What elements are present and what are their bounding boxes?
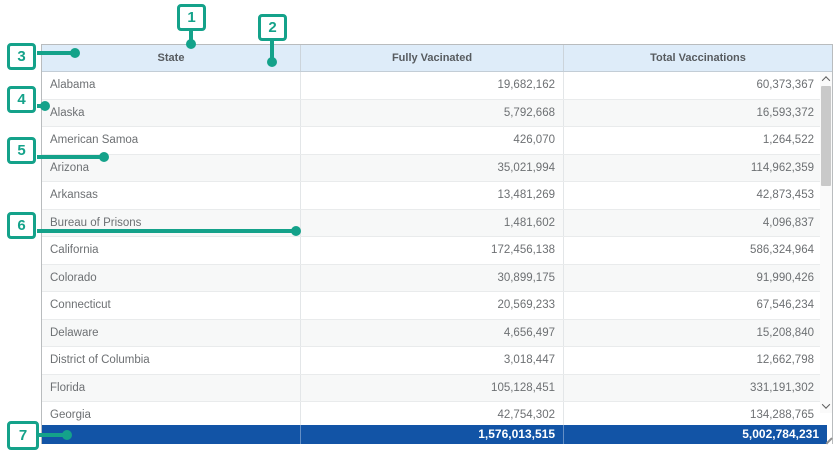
chevron-up-icon — [822, 76, 830, 84]
callout-7-box: 7 — [7, 421, 39, 450]
callout-1-box: 1 — [177, 4, 206, 31]
fully-vaccinated-cell: 30,899,175 — [300, 265, 563, 292]
callout-6-connector — [37, 229, 296, 233]
table-row[interactable]: American Samoa426,0701,264,522 — [42, 127, 820, 155]
callout-5-label: 5 — [17, 143, 25, 158]
callout-5-box: 5 — [7, 137, 36, 164]
column-header-state[interactable]: State — [42, 45, 300, 71]
fully-vaccinated-cell: 13,481,269 — [300, 182, 563, 209]
total-vaccinations-cell: 4,096,837 — [563, 210, 820, 237]
fully-vaccinated-cell: 20,569,233 — [300, 292, 563, 319]
scroll-up-button[interactable] — [820, 72, 832, 86]
totals-fully-vaccinated-cell: 1,576,013,515 — [300, 425, 563, 444]
state-cell: Arkansas — [42, 182, 300, 209]
totals-state-cell — [42, 425, 300, 444]
state-cell: Alabama — [42, 72, 300, 99]
callout-6-dot — [291, 226, 301, 236]
callout-7-dot — [62, 430, 72, 440]
callout-2-dot — [267, 57, 277, 67]
total-vaccinations-cell: 114,962,359 — [563, 155, 820, 182]
total-vaccinations-cell: 67,546,234 — [563, 292, 820, 319]
table-header: State Fully Vacinated Total Vaccinations — [42, 45, 832, 72]
scrollbar-thumb[interactable] — [821, 86, 831, 186]
total-vaccinations-cell: 60,373,367 — [563, 72, 820, 99]
callout-5-dot — [99, 152, 109, 162]
state-cell: District of Columbia — [42, 347, 300, 374]
resize-grip-icon[interactable] — [824, 436, 833, 446]
total-vaccinations-cell: 1,264,522 — [563, 127, 820, 154]
callout-1-label: 1 — [187, 10, 195, 25]
callout-1-dot — [186, 39, 196, 49]
total-vaccinations-cell: 16,593,372 — [563, 100, 820, 127]
total-vaccinations-cell: 12,662,798 — [563, 347, 820, 374]
callout-3-label: 3 — [17, 49, 25, 64]
callout-6-label: 6 — [17, 218, 25, 233]
fully-vaccinated-cell: 4,656,497 — [300, 320, 563, 347]
table-row[interactable]: Florida105,128,451331,191,302 — [42, 375, 820, 403]
resize-grip-bar — [826, 437, 833, 444]
fully-vaccinated-cell: 19,682,162 — [300, 72, 563, 99]
state-cell: Connecticut — [42, 292, 300, 319]
total-vaccinations-cell: 15,208,840 — [563, 320, 820, 347]
fully-vaccinated-cell: 35,021,994 — [300, 155, 563, 182]
totals-row: 1,576,013,515 5,002,784,231 — [42, 425, 827, 444]
total-vaccinations-cell: 42,873,453 — [563, 182, 820, 209]
total-vaccinations-cell: 134,288,765 — [563, 402, 820, 425]
total-vaccinations-cell: 331,191,302 — [563, 375, 820, 402]
table-body: Alabama19,682,16260,373,367Alaska5,792,6… — [42, 72, 820, 425]
fully-vaccinated-cell: 3,018,447 — [300, 347, 563, 374]
callout-2-label: 2 — [268, 20, 276, 35]
vertical-scrollbar[interactable] — [820, 72, 832, 413]
state-cell: Georgia — [42, 402, 300, 425]
callout-4-label: 4 — [17, 92, 25, 107]
fully-vaccinated-cell: 105,128,451 — [300, 375, 563, 402]
callout-3-dot — [70, 48, 80, 58]
table-row[interactable]: Arizona35,021,994114,962,359 — [42, 155, 820, 183]
total-vaccinations-cell: 91,990,426 — [563, 265, 820, 292]
table-row[interactable]: Delaware4,656,49715,208,840 — [42, 320, 820, 348]
state-cell: California — [42, 237, 300, 264]
state-cell: Colorado — [42, 265, 300, 292]
total-vaccinations-cell: 586,324,964 — [563, 237, 820, 264]
callout-7-label: 7 — [19, 428, 27, 443]
table-row[interactable]: Arkansas13,481,26942,873,453 — [42, 182, 820, 210]
callout-4-box: 4 — [7, 86, 36, 113]
table-row[interactable]: Alaska5,792,66816,593,372 — [42, 100, 820, 128]
column-header-fully-vaccinated[interactable]: Fully Vacinated — [300, 45, 563, 71]
chevron-down-icon — [822, 400, 830, 408]
table-row[interactable]: Colorado30,899,17591,990,426 — [42, 265, 820, 293]
table-row[interactable]: California172,456,138586,324,964 — [42, 237, 820, 265]
list-table-screenshot: State Fully Vacinated Total Vaccinations… — [0, 0, 833, 453]
table-row[interactable]: Connecticut20,569,23367,546,234 — [42, 292, 820, 320]
table-row[interactable]: Alabama19,682,16260,373,367 — [42, 72, 820, 100]
column-header-total-vaccinations[interactable]: Total Vaccinations — [563, 45, 832, 71]
totals-total-vaccinations-cell: 5,002,784,231 — [563, 425, 827, 444]
table-row[interactable]: District of Columbia3,018,44712,662,798 — [42, 347, 820, 375]
fully-vaccinated-cell: 5,792,668 — [300, 100, 563, 127]
callout-4-dot — [40, 101, 50, 111]
fully-vaccinated-cell: 42,754,302 — [300, 402, 563, 425]
callout-3-box: 3 — [7, 43, 36, 70]
fully-vaccinated-cell: 426,070 — [300, 127, 563, 154]
state-cell: Florida — [42, 375, 300, 402]
fully-vaccinated-cell: 172,456,138 — [300, 237, 563, 264]
fully-vaccinated-cell: 1,481,602 — [300, 210, 563, 237]
scroll-down-button[interactable] — [820, 399, 832, 413]
table-row[interactable]: Georgia42,754,302134,288,765 — [42, 402, 820, 425]
state-cell: Delaware — [42, 320, 300, 347]
state-cell: American Samoa — [42, 127, 300, 154]
callout-2-box: 2 — [258, 14, 287, 41]
callout-6-box: 6 — [7, 212, 36, 239]
callout-5-connector — [37, 155, 104, 159]
state-cell: Alaska — [42, 100, 300, 127]
